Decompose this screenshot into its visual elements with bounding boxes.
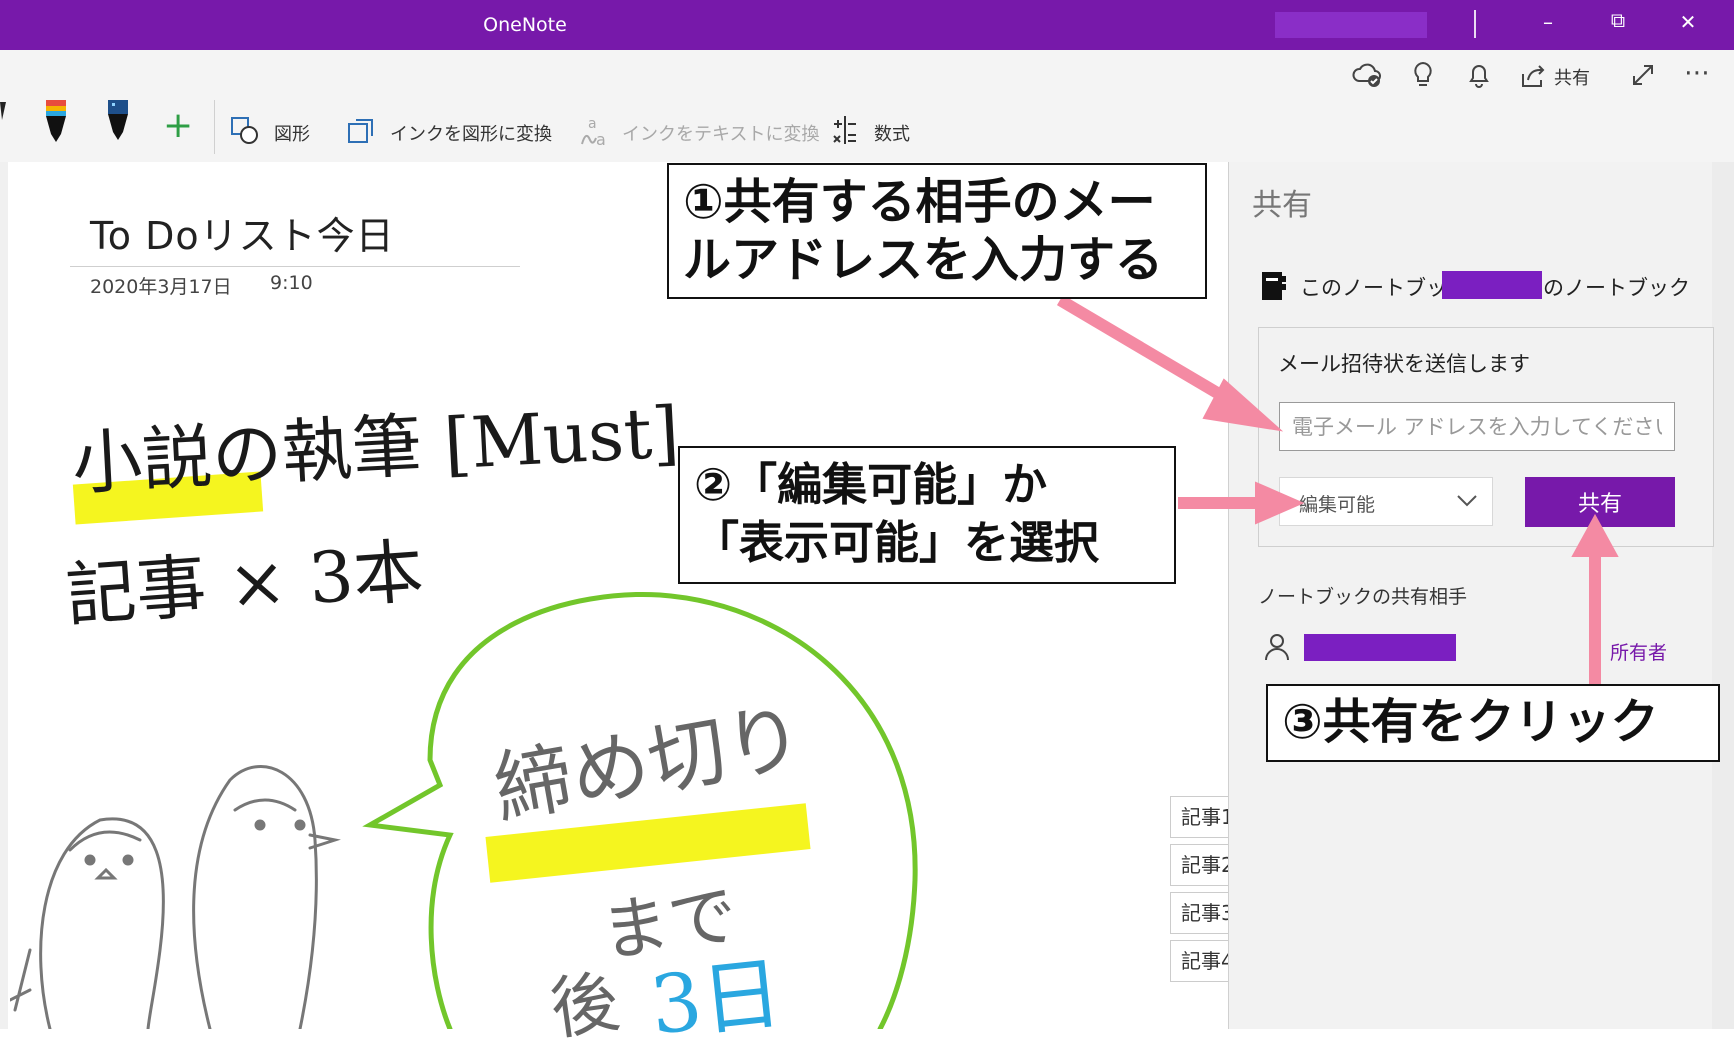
callout-1-line2: ルアドレスを入力する	[683, 232, 1164, 288]
bell-icon[interactable]	[1466, 60, 1492, 90]
sync-status-icon[interactable]	[1352, 60, 1382, 90]
math-icon[interactable]	[830, 114, 860, 146]
owner-name-redacted	[1304, 634, 1456, 661]
close-button[interactable]: ✕	[1668, 10, 1708, 34]
permission-value: 編集可能	[1299, 494, 1376, 516]
ink-to-shape-icon[interactable]	[346, 116, 376, 146]
page-tab[interactable]: 記事1	[1170, 796, 1230, 838]
share-icon[interactable]	[1520, 62, 1546, 90]
callout-step-3: ③共有をクリック	[1266, 684, 1720, 762]
share-button[interactable]: 共有	[1525, 477, 1675, 527]
rainbow-pen-icon[interactable]	[44, 98, 68, 146]
more-options-icon[interactable]: ⋯	[1684, 58, 1710, 88]
callout-2-line1: ②「編集可能」か	[694, 458, 1048, 511]
lightbulb-icon[interactable]	[1410, 60, 1436, 90]
callout-2-line2: 「表示可能」を選択	[694, 516, 1100, 569]
shapes-icon[interactable]	[230, 116, 260, 146]
person-icon	[1265, 634, 1289, 661]
email-input[interactable]	[1279, 402, 1675, 451]
penguin-sketch	[10, 765, 341, 1029]
share-toolbar-label[interactable]: 共有	[1554, 64, 1590, 90]
fullscreen-icon[interactable]	[1630, 62, 1656, 88]
page-title[interactable]: To Doリスト今日	[90, 205, 395, 260]
galaxy-pen-icon[interactable]	[106, 98, 130, 146]
bubble-text-3-accent: 3日	[646, 946, 787, 1053]
restore-button[interactable]: ⧉	[1598, 8, 1638, 32]
page-tab[interactable]: 記事4	[1170, 940, 1230, 982]
callout-step-2: ②「編集可能」か 「表示可能」を選択	[678, 446, 1176, 584]
ink-to-shape-label[interactable]: インクを図形に変換	[390, 120, 552, 146]
page-date: 2020年3月17日	[90, 276, 232, 298]
callout-1-line1: ①共有する相手のメー	[683, 174, 1156, 230]
minimize-button[interactable]: –	[1528, 10, 1568, 34]
sharers-heading: ノートブックの共有相手	[1258, 586, 1468, 608]
notebook-name-redacted	[1442, 271, 1542, 299]
ink-to-text-icon: a a	[581, 116, 606, 148]
title-separator	[1474, 10, 1476, 38]
page-tab[interactable]: 記事2	[1170, 844, 1230, 886]
callout-3-text: ③共有をクリック	[1282, 694, 1659, 750]
title-underline	[70, 266, 520, 267]
app-title: OneNote	[483, 14, 567, 36]
notebook-icon	[1262, 272, 1286, 300]
page-time: 9:10	[270, 272, 313, 294]
invite-label: メール招待状を送信します	[1278, 352, 1530, 376]
page-tab[interactable]: 記事3	[1170, 892, 1230, 934]
share-panel-title: 共有	[1252, 188, 1312, 223]
account-name-redacted[interactable]	[1275, 12, 1427, 38]
svg-text:a: a	[596, 130, 606, 148]
owner-role: 所有者	[1610, 642, 1668, 664]
pen-partial-icon[interactable]	[0, 98, 24, 146]
shapes-label[interactable]: 図形	[274, 120, 310, 146]
page-list-edge	[0, 162, 8, 1029]
add-pen-icon[interactable]: +	[163, 108, 193, 144]
panel-scroll-track[interactable]	[1712, 162, 1734, 1029]
ribbon-divider	[214, 100, 215, 154]
ink-to-text-label: インクをテキストに変換	[622, 124, 820, 145]
notebook-suffix: のノートブック	[1543, 276, 1690, 300]
callout-step-1: ①共有する相手のメー ルアドレスを入力する	[667, 163, 1207, 299]
math-label[interactable]: 数式	[874, 120, 910, 146]
bubble-text-3-prefix: 後	[545, 962, 625, 1051]
chevron-down-icon	[1457, 495, 1477, 507]
